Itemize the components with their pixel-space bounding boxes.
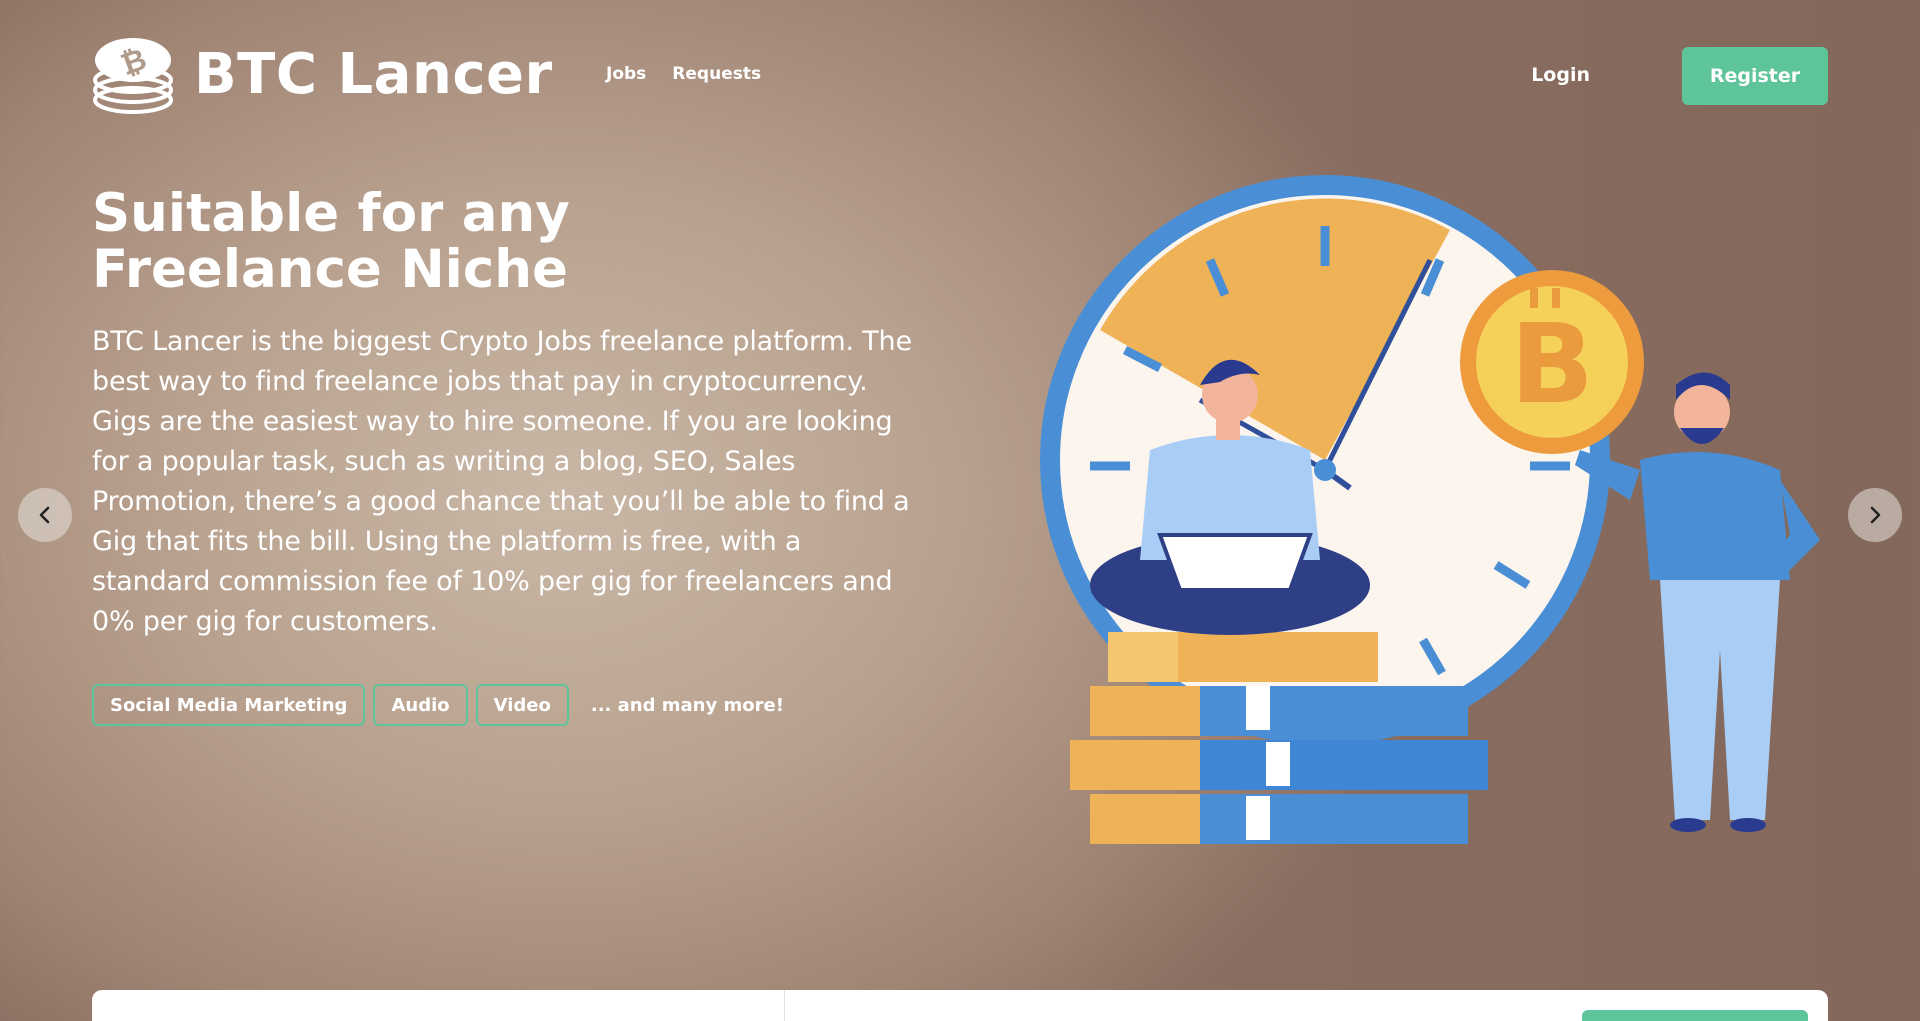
more-niches-text: ... and many more! — [590, 694, 784, 716]
hero-illustration: B — [1040, 175, 1820, 844]
nav-link-jobs[interactable]: Jobs — [606, 64, 646, 84]
main-nav: Jobs Requests — [606, 64, 761, 84]
search-button[interactable] — [1582, 1010, 1808, 1021]
brand-logo[interactable]: ₿ BTC Lancer — [92, 34, 553, 116]
search-card-divider — [784, 990, 785, 1021]
svg-text:B: B — [1510, 300, 1594, 428]
hero-description: BTC Lancer is the biggest Crypto Jobs fr… — [92, 326, 912, 637]
nav-link-requests[interactable]: Requests — [672, 64, 761, 84]
login-link[interactable]: Login — [1531, 64, 1590, 86]
bitcoin-coin-stack-icon: ₿ — [93, 38, 173, 114]
hero-title: Suitable for any Freelance Niche — [92, 183, 570, 300]
niche-tags: Social Media Marketing Audio Video ... a… — [92, 684, 784, 726]
site-header: ₿ BTC Lancer Jobs Requests Login Registe… — [92, 34, 1828, 116]
bitcoin-coin-icon: B — [1460, 270, 1644, 454]
chevron-left-icon — [39, 506, 50, 524]
brand-name: BTC Lancer — [194, 42, 553, 107]
carousel-next-button[interactable] — [1848, 488, 1902, 542]
register-button[interactable]: Register — [1682, 47, 1828, 105]
carousel-prev-button[interactable] — [18, 488, 72, 542]
search-card — [92, 990, 1828, 1021]
tag-audio[interactable]: Audio — [373, 684, 468, 726]
tag-social-media-marketing[interactable]: Social Media Marketing — [92, 684, 366, 726]
bearded-person-illustration — [1575, 372, 1820, 832]
tag-video[interactable]: Video — [475, 684, 569, 726]
chevron-right-icon — [1870, 506, 1881, 524]
